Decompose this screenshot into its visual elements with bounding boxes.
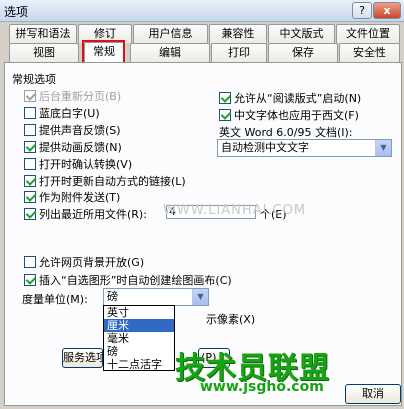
option-label: 插入“自选图形”时自动创建绘图画布(C) [39, 274, 232, 287]
word-doc-label: 英文 Word 6.0/95 文档(I): [219, 126, 353, 139]
option-label: 允许网页背景开放(G) [39, 256, 145, 269]
service-options-button[interactable]: 服务选项(V)... [62, 348, 103, 368]
word-doc-select[interactable]: 自动检测中文文字 ▼ [217, 139, 392, 157]
checkbox[interactable] [24, 158, 36, 170]
option-recent-files[interactable]: 列出最近所用文件(R): [24, 206, 147, 222]
unit-option[interactable]: 十二点活字 [104, 358, 174, 371]
option-label: 蓝底白字(U) [39, 107, 100, 120]
unit-option[interactable]: 英寸 [104, 306, 174, 319]
option-label: 作为附件发送(T) [39, 191, 121, 204]
option-label: 提供声音反馈(S) [39, 124, 121, 137]
unit-option-selected[interactable]: 厘米 [104, 319, 174, 332]
option-label: 中文字体也应用于西文(F) [234, 109, 359, 122]
option-allow-web-bg[interactable]: 允许网页背景开放(G) [24, 254, 144, 270]
option-blue-background[interactable]: 蓝底白字(U) [24, 105, 100, 121]
tab-security[interactable]: 安全性 [339, 43, 400, 62]
tab-view[interactable]: 视图 [9, 43, 79, 62]
option-animation-feedback[interactable]: 提供动画反馈(N) [24, 139, 122, 155]
group-label: 常规选项 [12, 73, 56, 86]
unit-option[interactable]: 毫米 [104, 332, 174, 345]
option-sound-feedback[interactable]: 提供声音反馈(S) [24, 122, 121, 138]
option-label: 后台重新分页(B) [39, 90, 122, 103]
chevron-down-icon[interactable]: ▼ [192, 289, 208, 305]
watermark-text: WWW.LIANHAI.COM [163, 203, 307, 218]
option-insert-shape-canvas[interactable]: 插入“自选图形”时自动创建绘图画布(C) [24, 272, 232, 288]
close-button[interactable]: x [373, 2, 401, 19]
option-background-repagination[interactable]: 后台重新分页(B) [24, 88, 121, 104]
cancel-button[interactable]: 取消 [345, 384, 401, 404]
option-label: 列出最近所用文件(R): [39, 208, 147, 221]
checkbox[interactable] [24, 175, 36, 187]
option-allow-reading-layout[interactable]: 允许从“阅读版式”启动(N) [219, 90, 361, 106]
tab-track-changes[interactable]: 修订 [78, 24, 132, 43]
unit-option[interactable]: 磅 [104, 345, 174, 358]
unit-dropdown-list[interactable]: 英寸 厘米 毫米 磅 十二点活字 [103, 305, 175, 371]
option-update-links[interactable]: 打开时更新自动方式的链接(L) [24, 173, 186, 189]
tab-spelling[interactable]: 拼写和语法 [9, 24, 77, 43]
checkbox[interactable] [24, 124, 36, 136]
option-label: 打开时更新自动方式的链接(L) [39, 175, 186, 188]
option-send-as-attachment[interactable]: 作为附件发送(T) [24, 189, 120, 205]
checkbox[interactable] [24, 256, 36, 268]
tab-user-info[interactable]: 用户信息 [133, 24, 208, 43]
tab-save[interactable]: 保存 [268, 43, 338, 62]
unit-select[interactable]: 磅 ▼ [103, 288, 209, 306]
tab-print[interactable]: 打印 [211, 43, 267, 62]
option-label: 允许从“阅读版式”启动(N) [234, 92, 362, 105]
checkbox[interactable] [24, 141, 36, 153]
word-doc-select-value: 自动检测中文文字 [221, 141, 309, 154]
checkbox[interactable] [24, 208, 36, 220]
checkbox[interactable] [219, 109, 231, 121]
tab-edit[interactable]: 编辑 [130, 43, 210, 62]
checkbox[interactable] [24, 107, 36, 119]
chevron-down-icon[interactable]: ▼ [375, 140, 391, 156]
unit-label: 度量单位(M): [22, 293, 88, 306]
checkbox[interactable] [24, 90, 36, 102]
tab-asian-typography[interactable]: 中文版式 [268, 24, 335, 43]
title-bar: 选项 ? x [0, 0, 404, 22]
option-label: 打开时确认转换(V) [39, 158, 133, 171]
option-chinese-font-western[interactable]: 中文字体也应用于西文(F) [219, 107, 359, 123]
tab-file-locations[interactable]: 文件位置 [336, 24, 400, 43]
help-button[interactable]: ? [352, 2, 372, 19]
tab-compatibility[interactable]: 兼容性 [209, 24, 267, 43]
pixels-label: 示像素(X) [206, 313, 256, 326]
brand-url: www.jsgho.com [200, 379, 324, 395]
unit-select-value: 磅 [107, 290, 118, 303]
checkbox[interactable] [24, 274, 36, 286]
checkbox[interactable] [24, 191, 36, 203]
option-label: 提供动画反馈(N) [39, 141, 122, 154]
tab-general[interactable]: 常规 [84, 42, 124, 63]
checkbox[interactable] [219, 92, 231, 104]
option-confirm-conversion[interactable]: 打开时确认转换(V) [24, 156, 132, 172]
window-title: 选项 [4, 5, 29, 19]
